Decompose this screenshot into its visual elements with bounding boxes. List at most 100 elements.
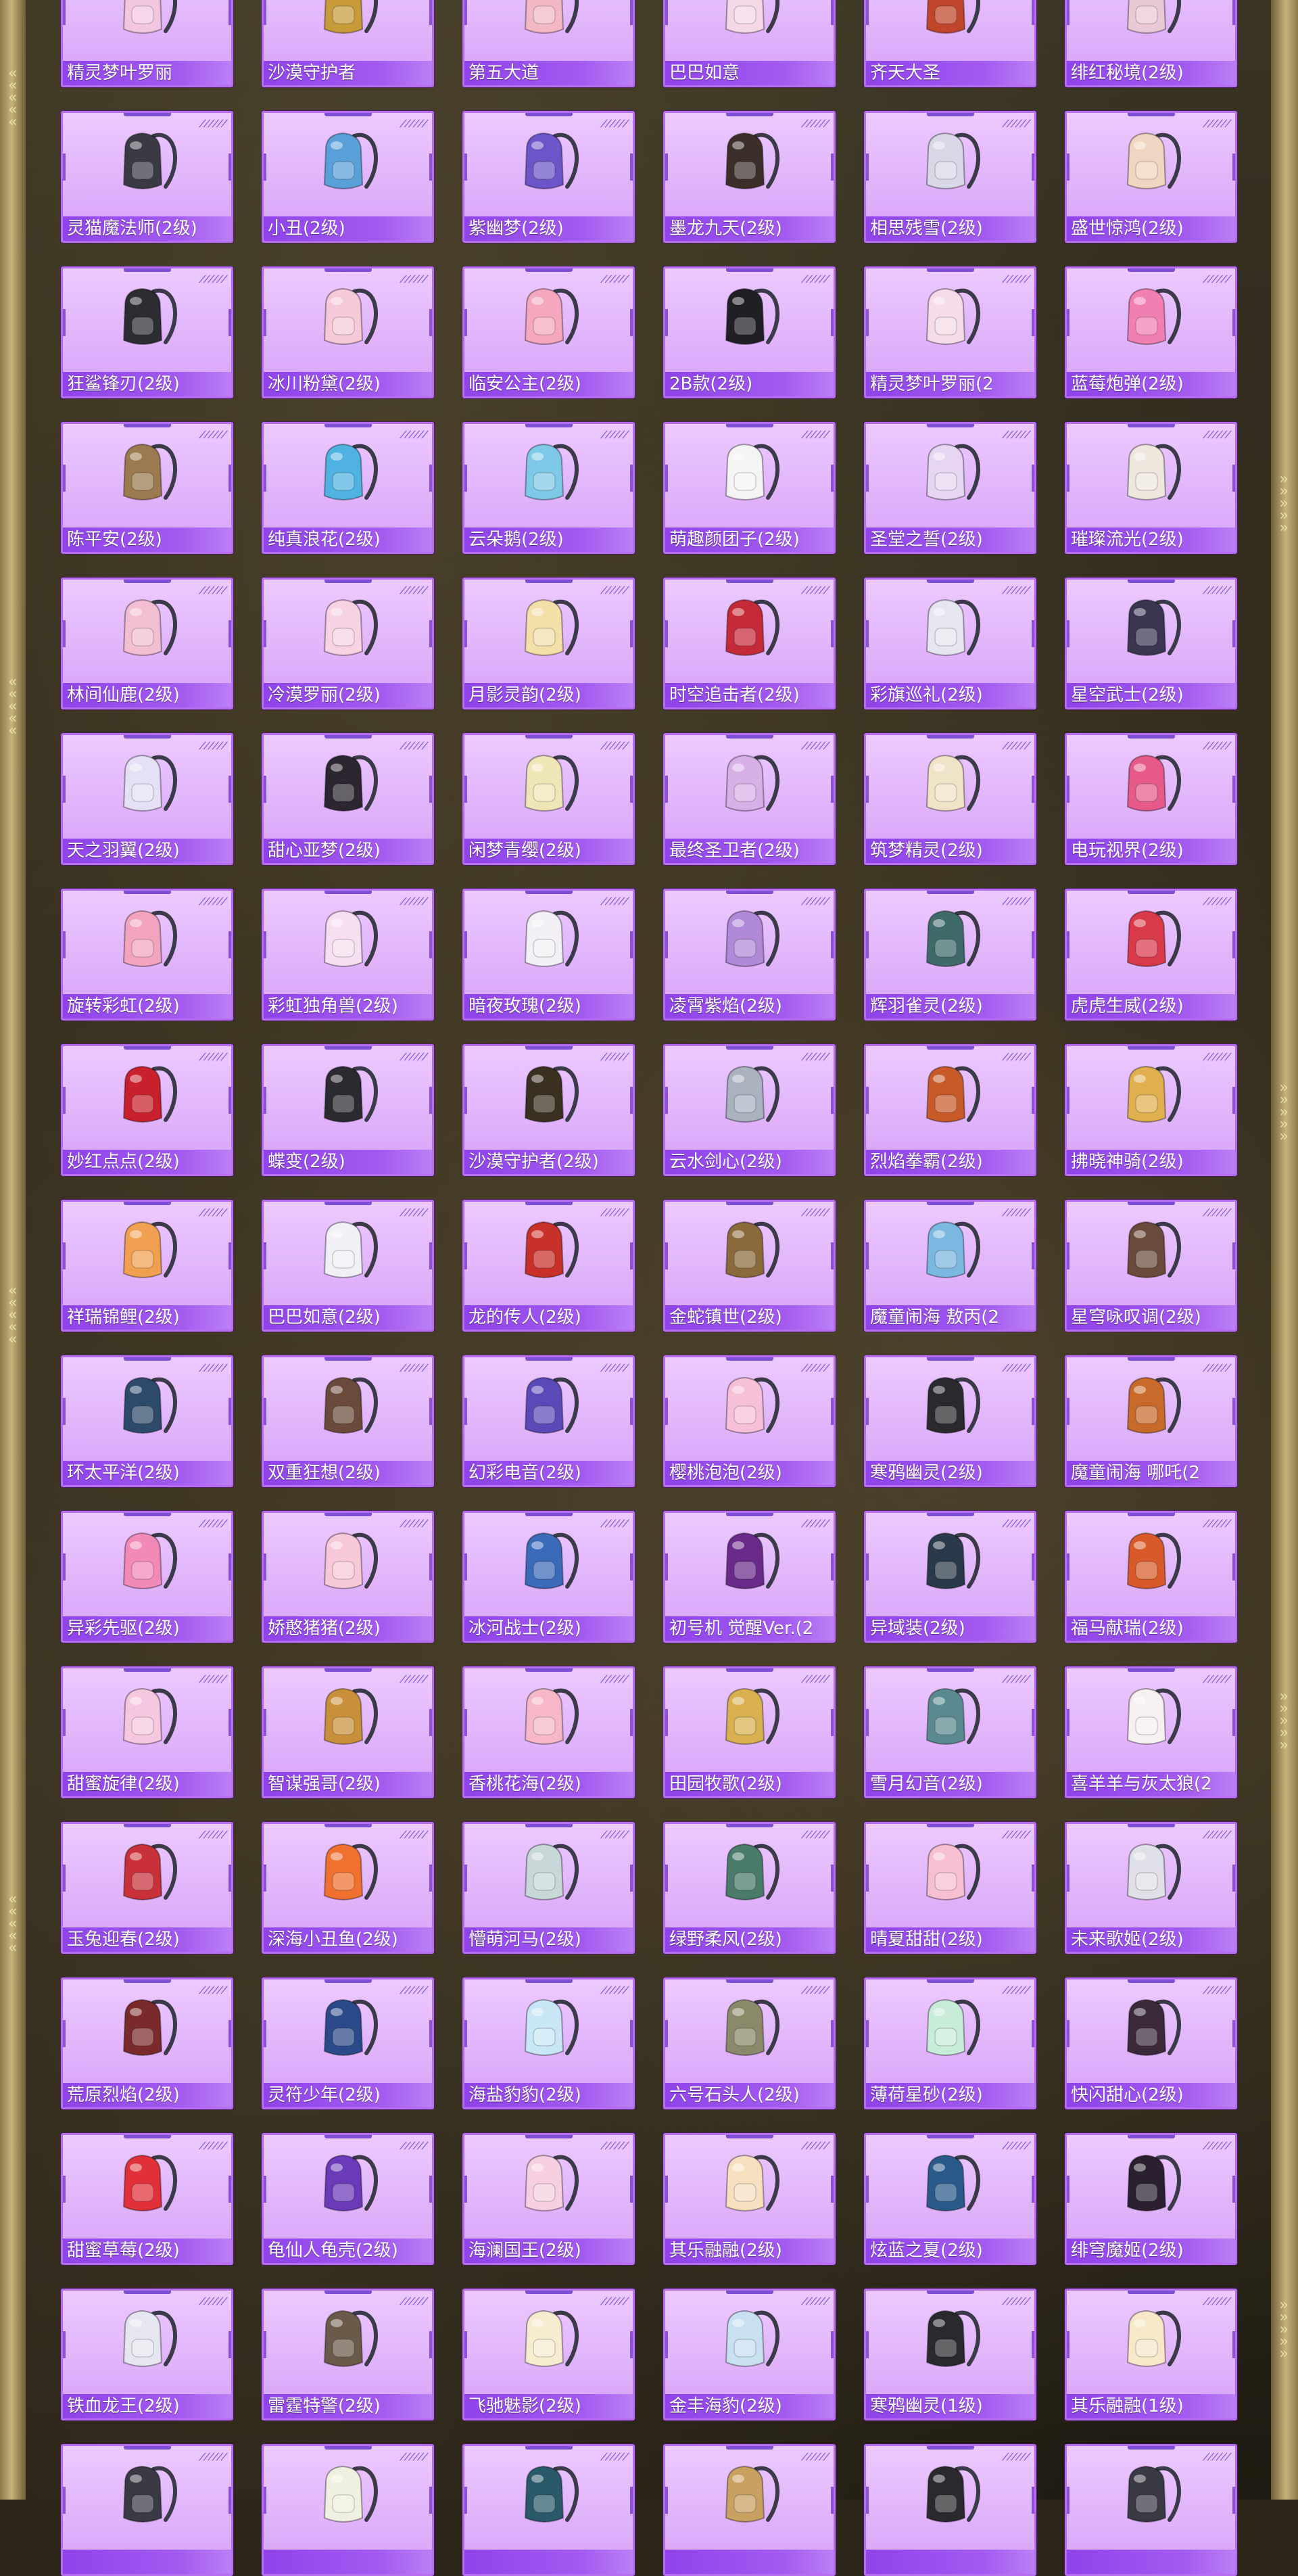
backpack-card[interactable]: ////// 妙红点点(2级) — [61, 1044, 233, 1176]
backpack-card[interactable]: ////// 炫蓝之夏(2级) — [864, 2133, 1036, 2265]
backpack-card[interactable]: ////// 星穹咏叹调(2级) — [1065, 1200, 1237, 1332]
backpack-card[interactable]: ////// 最终圣卫者(2级) — [663, 733, 836, 865]
backpack-card[interactable]: ////// — [462, 2444, 635, 2576]
backpack-card[interactable]: ////// 彩旗巡礼(2级) — [864, 578, 1036, 709]
backpack-card[interactable]: ////// 快闪甜心(2级) — [1065, 1977, 1237, 2109]
backpack-card[interactable]: ////// 荒原烈焰(2级) — [61, 1977, 233, 2109]
backpack-card[interactable]: ////// 沙漠守护者(2级) — [462, 1044, 635, 1176]
backpack-card[interactable]: ////// 筑梦精灵(2级) — [864, 733, 1036, 865]
backpack-card[interactable]: //////巴巴如意 — [663, 0, 836, 87]
backpack-card[interactable]: ////// 月影灵韵(2级) — [462, 578, 635, 709]
backpack-card[interactable]: ////// 蝶变(2级) — [262, 1044, 434, 1176]
backpack-card[interactable]: ////// 彩虹独角兽(2级) — [262, 889, 434, 1021]
backpack-card[interactable]: ////// 冷漠罗丽(2级) — [262, 578, 434, 709]
backpack-card[interactable]: ////// 临安公主(2级) — [462, 266, 635, 398]
backpack-card[interactable]: //////沙漠守护者 — [262, 0, 434, 87]
backpack-card[interactable]: ////// 灵符少年(2级) — [262, 1977, 434, 2109]
backpack-card[interactable]: ////// 海澜国王(2级) — [462, 2133, 635, 2265]
backpack-card[interactable]: ////// 蓝莓炮弹(2级) — [1065, 266, 1237, 398]
backpack-card[interactable]: ////// — [262, 2444, 434, 2576]
backpack-card[interactable]: ////// 盛世惊鸿(2级) — [1065, 111, 1237, 243]
backpack-card[interactable]: ////// 冰川粉黛(2级) — [262, 266, 434, 398]
backpack-card[interactable]: ////// 绿野柔风(2级) — [663, 1822, 836, 1954]
backpack-card[interactable]: ////// 六号石头人(2级) — [663, 1977, 836, 2109]
backpack-card[interactable]: ////// 旋转彩虹(2级) — [61, 889, 233, 1021]
backpack-card[interactable]: ////// 深海小丑鱼(2级) — [262, 1822, 434, 1954]
backpack-card[interactable]: ////// 纯真浪花(2级) — [262, 422, 434, 554]
backpack-card[interactable]: ////// 金丰海豹(2级) — [663, 2289, 836, 2420]
backpack-card[interactable]: ////// 其乐融融(2级) — [663, 2133, 836, 2265]
backpack-card[interactable]: ////// 懵萌河马(2级) — [462, 1822, 635, 1954]
backpack-card[interactable]: ////// 拂晓神骑(2级) — [1065, 1044, 1237, 1176]
backpack-card[interactable]: ////// 海盐豹豹(2级) — [462, 1977, 635, 2109]
backpack-card[interactable]: ////// 璀璨流光(2级) — [1065, 422, 1237, 554]
backpack-card[interactable]: ////// 玉兔迎春(2级) — [61, 1822, 233, 1954]
backpack-card[interactable]: ////// 雪月幻音(2级) — [864, 1666, 1036, 1798]
backpack-card[interactable]: ////// 时空追击者(2级) — [663, 578, 836, 709]
backpack-card[interactable]: ////// 紫幽梦(2级) — [462, 111, 635, 243]
backpack-card[interactable]: ////// 萌趣颜团子(2级) — [663, 422, 836, 554]
backpack-card[interactable]: ////// 2B款(2级) — [663, 266, 836, 398]
backpack-card[interactable]: ////// 冰河战士(2级) — [462, 1511, 635, 1643]
backpack-card[interactable]: ////// 星空武士(2级) — [1065, 578, 1237, 709]
backpack-card[interactable]: ////// 田园牧歌(2级) — [663, 1666, 836, 1798]
backpack-card[interactable]: //////精灵梦叶罗丽 — [61, 0, 233, 87]
backpack-card[interactable]: ////// 初号机 觉醒Ver.(2 — [663, 1511, 836, 1643]
backpack-card[interactable]: ////// 陈平安(2级) — [61, 422, 233, 554]
backpack-card[interactable]: ////// 娇憨猪猪(2级) — [262, 1511, 434, 1643]
backpack-card[interactable]: ////// 晴夏甜甜(2级) — [864, 1822, 1036, 1954]
backpack-card[interactable]: ////// 金蛇镇世(2级) — [663, 1200, 836, 1332]
backpack-card[interactable]: ////// 龟仙人龟壳(2级) — [262, 2133, 434, 2265]
backpack-card[interactable]: ////// 凌霄紫焰(2级) — [663, 889, 836, 1021]
backpack-card[interactable]: ////// 铁血龙王(2级) — [61, 2289, 233, 2420]
backpack-card[interactable]: ////// 相思残雪(2级) — [864, 111, 1036, 243]
backpack-card[interactable]: ////// 绯穹魔姬(2级) — [1065, 2133, 1237, 2265]
backpack-card[interactable]: ////// 喜羊羊与灰太狼(2 — [1065, 1666, 1237, 1798]
backpack-card[interactable]: ////// 虎虎生威(2级) — [1065, 889, 1237, 1021]
backpack-card[interactable]: ////// — [61, 2444, 233, 2576]
backpack-card[interactable]: ////// 狂鲨锋刃(2级) — [61, 266, 233, 398]
backpack-card[interactable]: ////// 林间仙鹿(2级) — [61, 578, 233, 709]
backpack-card[interactable]: ////// 双重狂想(2级) — [262, 1355, 434, 1487]
backpack-card[interactable]: ////// 异彩先驱(2级) — [61, 1511, 233, 1643]
backpack-card[interactable]: ////// 幻彩电音(2级) — [462, 1355, 635, 1487]
backpack-card[interactable]: ////// 樱桃泡泡(2级) — [663, 1355, 836, 1487]
backpack-card[interactable]: ////// 闲梦青缨(2级) — [462, 733, 635, 865]
backpack-card[interactable]: ////// 灵猫魔法师(2级) — [61, 111, 233, 243]
backpack-card[interactable]: ////// — [864, 2444, 1036, 2576]
backpack-card[interactable]: ////// 圣堂之誓(2级) — [864, 422, 1036, 554]
backpack-card[interactable]: ////// 龙的传人(2级) — [462, 1200, 635, 1332]
backpack-card[interactable]: ////// 烈焰拳霸(2级) — [864, 1044, 1036, 1176]
backpack-card[interactable]: ////// 云水剑心(2级) — [663, 1044, 836, 1176]
backpack-card[interactable]: //////齐天大圣 — [864, 0, 1036, 87]
backpack-card[interactable]: ////// 环太平洋(2级) — [61, 1355, 233, 1487]
backpack-card[interactable]: ////// 福马献瑞(2级) — [1065, 1511, 1237, 1643]
backpack-card[interactable]: //////第五大道 — [462, 0, 635, 87]
backpack-card[interactable]: ////// 祥瑞锦鲤(2级) — [61, 1200, 233, 1332]
backpack-card[interactable]: ////// 墨龙九天(2级) — [663, 111, 836, 243]
backpack-card[interactable]: ////// 魔童闹海 敖丙(2 — [864, 1200, 1036, 1332]
backpack-card[interactable]: ////// 薄荷星砂(2级) — [864, 1977, 1036, 2109]
backpack-card[interactable]: ////// 未来歌姬(2级) — [1065, 1822, 1237, 1954]
backpack-card[interactable]: ////// 天之羽翼(2级) — [61, 733, 233, 865]
backpack-card[interactable]: ////// — [1065, 2444, 1237, 2576]
backpack-card[interactable]: ////// 精灵梦叶罗丽(2 — [864, 266, 1036, 398]
backpack-card[interactable]: ////// 辉羽雀灵(2级) — [864, 889, 1036, 1021]
backpack-card[interactable]: ////// 其乐融融(1级) — [1065, 2289, 1237, 2420]
backpack-card[interactable]: ////// 小丑(2级) — [262, 111, 434, 243]
backpack-card[interactable]: ////// 甜蜜草莓(2级) — [61, 2133, 233, 2265]
backpack-card[interactable]: ////// — [663, 2444, 836, 2576]
backpack-card[interactable]: ////// 电玩视界(2级) — [1065, 733, 1237, 865]
backpack-card[interactable]: ////// 暗夜玫瑰(2级) — [462, 889, 635, 1021]
backpack-card[interactable]: ////// 香桃花海(2级) — [462, 1666, 635, 1798]
backpack-card[interactable]: ////// 寒鸦幽灵(2级) — [864, 1355, 1036, 1487]
backpack-card[interactable]: ////// 异域装(2级) — [864, 1511, 1036, 1643]
backpack-card[interactable]: //////绯红秘境(2级) — [1065, 0, 1237, 87]
backpack-card[interactable]: ////// 雷霆特警(2级) — [262, 2289, 434, 2420]
backpack-card[interactable]: ////// 巴巴如意(2级) — [262, 1200, 434, 1332]
backpack-card[interactable]: ////// 甜蜜旋律(2级) — [61, 1666, 233, 1798]
backpack-card[interactable]: ////// 飞驰魅影(2级) — [462, 2289, 635, 2420]
backpack-card[interactable]: ////// 智谋强哥(2级) — [262, 1666, 434, 1798]
backpack-card[interactable]: ////// 甜心亚梦(2级) — [262, 733, 434, 865]
backpack-card[interactable]: ////// 魔童闹海 哪吒(2 — [1065, 1355, 1237, 1487]
